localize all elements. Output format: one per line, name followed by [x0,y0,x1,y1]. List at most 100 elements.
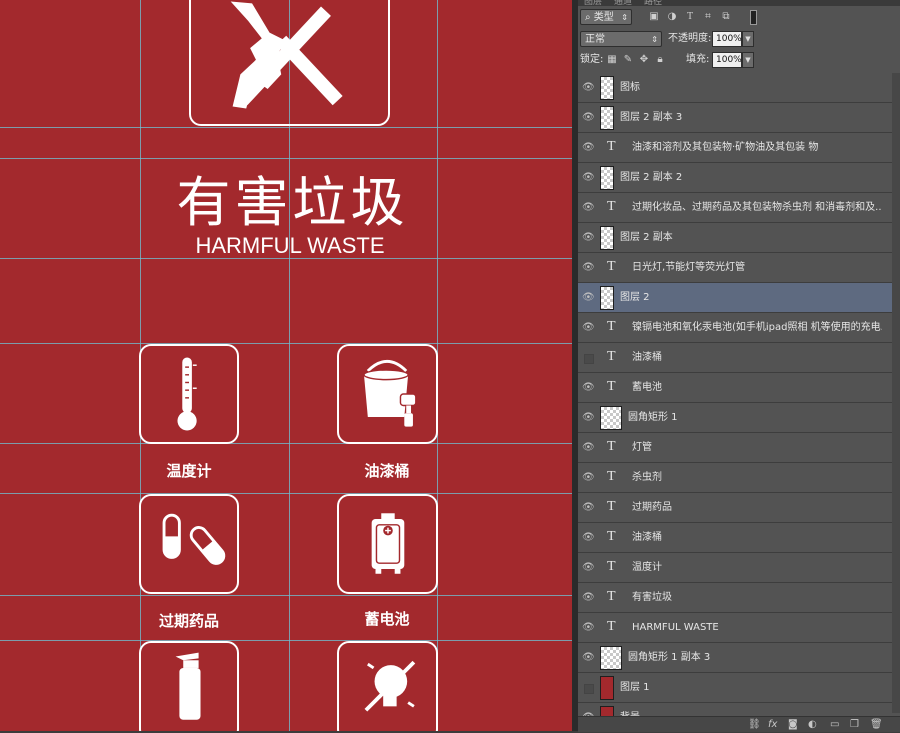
filter-kind-value: 类型 [593,12,614,23]
layer-row[interactable]: 👁︎ T 灯管 [578,433,892,463]
visibility-eye-icon[interactable]: 👁︎ [582,292,595,304]
opacity-dropdown[interactable]: ▼ [742,31,754,47]
visibility-eye-icon[interactable]: 👁︎ [582,412,595,424]
visibility-eye-icon[interactable]: 👁︎ [582,532,595,544]
layer-row[interactable]: 👁︎ T 日光灯,节能灯等荧光灯管 [578,253,892,283]
layer-row[interactable]: 👁︎ 图层 2 副本 [578,223,892,253]
visibility-eye-icon[interactable]: 👁︎ [582,382,595,394]
opacity-input[interactable]: 100% [712,31,742,47]
smart-object-filter-icon[interactable]: ⧉ [720,11,732,23]
layer-name: 圆角矩形 1 [628,412,678,423]
battery-icon [371,513,405,574]
link-icon[interactable]: ⛓︎ [748,718,761,731]
text-layer-icon: T [607,139,616,154]
fill-input[interactable]: 100% [712,52,742,68]
layer-row[interactable]: 👁︎ 图层 2 副本 2 [578,163,892,193]
layer-row[interactable]: 👁︎ T 镍镉电池和氧化汞电池(如手机ipad照相 机等使用的充电... [578,313,892,343]
title-en: HARMFUL WASTE [195,233,385,258]
lock-all-icon[interactable]: 🔒︎ [654,54,666,66]
text-layer-icon: T [607,259,616,274]
layer-thumbnail [600,226,614,250]
fx-icon[interactable]: fx [768,718,777,731]
visibility-eye-icon[interactable]: 👁︎ [582,502,595,514]
no-hand-icon-frame [189,0,390,126]
guide-horizontal[interactable] [0,443,572,444]
layer-row[interactable]: 👁︎ T 蓄电池 [578,373,892,403]
layer-row[interactable]: 👁︎ T 有害垃圾 [578,583,892,613]
pills-icon-frame [139,494,239,594]
layer-name: 图层 2 [620,292,650,303]
visibility-eye-icon[interactable]: 👁︎ [582,622,595,634]
layer-name: HARMFUL WASTE [632,622,719,633]
layer-name: 图层 2 副本 [620,232,673,243]
layer-row[interactable]: 👁︎ 图层 2 [578,283,892,313]
visibility-eye-icon[interactable]: 👁︎ [582,442,595,454]
fill-label: 填充: [686,54,710,65]
filter-toggle[interactable] [750,10,757,25]
visibility-eye-icon[interactable]: 👁︎ [582,472,595,484]
text-layer-icon: T [607,619,616,634]
layer-row[interactable]: 👁︎ 图标 [578,73,892,103]
no-hand-icon [230,1,343,109]
filter-kind-select[interactable]: ⌕ 类型 ⇕ [580,9,632,25]
adjustment-icon[interactable]: ◐ [808,718,817,731]
visibility-eye-icon[interactable]: 👁︎ [582,592,595,604]
pills-icon [162,513,226,565]
layer-row[interactable]: 👁︎ T 过期化妆品、过期药品及其包装物杀虫剂 和消毒剂和及... [578,193,892,223]
layer-row[interactable]: 👁︎ T 油漆桶 [578,523,892,553]
layer-row[interactable]: 👁︎ 圆角矩形 1 副本 3 [578,643,892,673]
pixel-filter-icon[interactable]: ▣ [648,11,660,23]
adjustment-filter-icon[interactable]: ◑ [666,11,678,23]
visibility-eye-icon[interactable]: 👁︎ [582,172,595,184]
layer-name: 油漆桶 [632,532,662,543]
visibility-eye-icon[interactable]: 👁︎ [582,322,595,334]
layer-name: 温度计 [632,562,662,573]
layer-row[interactable]: 👁︎ T HARMFUL WASTE [578,613,892,643]
layer-row[interactable]: 👁︎ T 过期药品 [578,493,892,523]
shape-filter-icon[interactable]: ⌗ [702,11,714,23]
folder-icon[interactable]: ▭ [830,718,839,731]
trash-icon[interactable]: 🗑︎ [870,718,883,731]
visibility-eye-icon[interactable]: 👁︎ [582,112,595,124]
guide-horizontal[interactable] [0,343,572,344]
visibility-eye-icon[interactable]: 👁︎ [582,202,595,214]
visibility-eye-icon[interactable]: 👁︎ [582,652,595,664]
visibility-eye-icon[interactable]: 👁︎ [582,142,595,154]
layer-row[interactable]: T 油漆桶 [578,343,892,373]
layer-row[interactable]: 👁︎ T 杀虫剂 [578,463,892,493]
type-filter-icon[interactable]: T [684,11,696,23]
layer-list-scrollbar[interactable] [892,73,900,713]
lock-label: 锁定: [580,54,604,65]
layer-thumbnail [600,106,614,130]
layer-row[interactable]: 图层 1 [578,673,892,703]
layer-name: 过期化妆品、过期药品及其包装物杀虫剂 和消毒剂和及... [632,202,882,213]
icon-label: 蓄电池 [364,610,410,628]
mask-icon[interactable]: ◙ [788,718,798,731]
fill-dropdown[interactable]: ▼ [742,52,754,68]
document-canvas[interactable]: 有害垃圾 HARMFUL WASTE 温度计 油漆桶 过期药品 蓄电池 [0,0,572,731]
layer-row[interactable]: 👁︎ 圆角矩形 1 [578,403,892,433]
layer-row[interactable]: 👁︎ T 温度计 [578,553,892,583]
visibility-eye-icon[interactable]: 👁︎ [582,232,595,244]
guide-horizontal[interactable] [0,595,572,596]
layers-panel: 图层 通道 路径 ⌕ 类型 ⇕ ▣ ◑ T ⌗ ⧉ 正常 ⇕ 不透明度: 100… [578,0,900,733]
blend-mode-select[interactable]: 正常 ⇕ [580,31,662,47]
layer-row[interactable]: 👁︎ 图层 2 副本 3 [578,103,892,133]
lock-position-icon[interactable]: ✥ [638,54,650,66]
new-layer-icon[interactable]: ❐ [850,718,859,731]
layer-name: 图层 1 [620,682,650,693]
layer-row[interactable]: 👁︎ T 油漆和溶剂及其包装物·矿物油及其包装 物 [578,133,892,163]
visibility-eye-icon[interactable]: 👁︎ [582,82,595,94]
blend-mode-value: 正常 [585,34,605,45]
guide-horizontal[interactable] [0,127,572,128]
visibility-eye-icon[interactable] [584,354,594,364]
lock-transparent-icon[interactable]: ▦ [606,54,618,66]
layer-thumbnail [600,406,622,430]
visibility-eye-icon[interactable]: 👁︎ [582,562,595,574]
visibility-eye-icon[interactable] [584,684,594,694]
layer-thumbnail [600,166,614,190]
guide-horizontal[interactable] [0,493,572,494]
visibility-eye-icon[interactable]: 👁︎ [582,262,595,274]
lock-paint-icon[interactable]: ✎ [622,54,634,66]
guide-horizontal[interactable] [0,640,572,641]
